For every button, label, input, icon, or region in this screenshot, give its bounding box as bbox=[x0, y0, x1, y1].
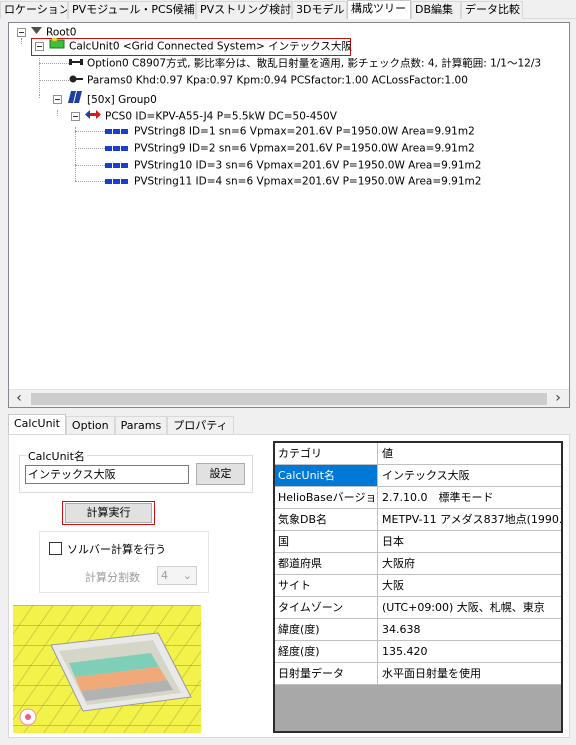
tree-line bbox=[75, 165, 107, 166]
property-value[interactable]: 135.420 bbox=[379, 641, 561, 662]
tab-location[interactable]: ロケーション bbox=[0, 1, 68, 19]
tab-pv-string[interactable]: PVストリング検討 bbox=[196, 1, 292, 19]
property-value[interactable]: 日本 bbox=[379, 531, 561, 552]
tab-properties[interactable]: プロパティ bbox=[167, 416, 234, 435]
tree-line bbox=[39, 63, 69, 64]
tab-3d-model[interactable]: 3Dモデル bbox=[292, 1, 347, 19]
pv-string-icon bbox=[105, 140, 129, 157]
solver-checkbox[interactable] bbox=[49, 542, 62, 555]
tree-line bbox=[39, 80, 69, 81]
tree-line bbox=[39, 95, 40, 98]
property-value[interactable]: 水平面日射量を使用 bbox=[379, 663, 561, 684]
config-tree-view[interactable]: Root0 CalcUnit0 <Grid Connected System> … bbox=[8, 22, 570, 408]
property-value[interactable]: (UTC+09:00) 大阪、札幌、東京 bbox=[379, 597, 561, 618]
tab-config-tree[interactable]: 構成ツリー bbox=[347, 0, 411, 19]
split-count-label: 計算分割数 bbox=[85, 571, 140, 584]
property-key: 経度(度) bbox=[275, 641, 378, 662]
tree-node-pvstring[interactable]: PVString8 ID=1 sn=6 Vpmax=201.6V P=1950.… bbox=[105, 123, 475, 140]
property-value[interactable]: METPV-11 アメダス837地点(1990... bbox=[379, 509, 561, 530]
property-key: 気象DB名 bbox=[275, 509, 378, 530]
chevron-down-icon: ⌄ bbox=[182, 569, 192, 582]
property-key: HelioBaseバージョ... bbox=[275, 487, 378, 508]
calc-unit-icon bbox=[49, 37, 65, 55]
column-header-value: 値 bbox=[382, 447, 393, 460]
split-count-select[interactable]: 4 ⌄ bbox=[157, 566, 197, 585]
expand-toggle[interactable] bbox=[35, 42, 44, 51]
property-value[interactable]: 34.638 bbox=[379, 619, 561, 640]
pv-string-icon bbox=[105, 123, 129, 140]
wrench-icon bbox=[69, 55, 83, 72]
chevron-right-icon[interactable]: › bbox=[551, 391, 565, 406]
property-key: 都道府県 bbox=[275, 553, 378, 574]
tree-node-pvstring[interactable]: PVString9 ID=2 sn=6 Vpmax=201.6V P=1950.… bbox=[105, 140, 475, 157]
main-tab-bar: ロケーション PVモジュール・PCS候補 PVストリング検討 3Dモデル 構成ツ… bbox=[0, 0, 576, 19]
pv-panel-group-icon bbox=[67, 91, 83, 109]
property-grid-header: カテゴリ 値 bbox=[275, 443, 561, 465]
pv-string-icon bbox=[105, 173, 129, 190]
tree-node-calcunit[interactable]: CalcUnit0 <Grid Connected System> インテックス… bbox=[49, 37, 352, 55]
horizontal-scrollbar[interactable]: ‹ › bbox=[9, 389, 569, 407]
calcunit-panel: CalcUnit名 インテックス大阪 設定 計算実行 ソルバー計算を行う 計算分… bbox=[8, 434, 570, 738]
solver-checkbox-label: ソルバー計算を行う bbox=[67, 543, 166, 556]
property-key: サイト bbox=[275, 575, 378, 596]
property-row[interactable]: 緯度(度) 34.638 bbox=[275, 619, 561, 641]
run-calculation-button[interactable]: 計算実行 bbox=[65, 503, 152, 523]
column-header-category: カテゴリ bbox=[275, 443, 378, 464]
pcs-icon bbox=[85, 108, 101, 125]
property-key: 日射量データ bbox=[275, 663, 378, 684]
property-row[interactable]: 気象DB名 METPV-11 アメダス837地点(1990... bbox=[275, 509, 561, 531]
tab-calcunit[interactable]: CalcUnit bbox=[8, 414, 66, 435]
property-row[interactable]: CalcUnit名 インテックス大阪 bbox=[275, 465, 561, 487]
calcunit-name-label: CalcUnit名 bbox=[26, 448, 87, 464]
tree-line bbox=[75, 181, 107, 182]
tab-data-compare[interactable]: データ比較 bbox=[461, 1, 523, 19]
tree-line bbox=[21, 38, 22, 44]
property-value[interactable]: 大阪府 bbox=[379, 553, 561, 574]
property-grid[interactable]: カテゴリ 値 CalcUnit名 インテックス大阪 HelioBaseバージョ.… bbox=[273, 441, 563, 733]
property-key: タイムゾーン bbox=[275, 597, 378, 618]
set-button[interactable]: 設定 bbox=[196, 463, 245, 485]
calcunit-name-input[interactable]: インテックス大阪 bbox=[25, 465, 189, 484]
property-row[interactable]: 都道府県 大阪府 bbox=[275, 553, 561, 575]
property-value[interactable]: インテックス大阪 bbox=[379, 465, 561, 486]
expand-toggle[interactable] bbox=[17, 28, 26, 37]
property-key: 緯度(度) bbox=[275, 619, 378, 640]
property-row[interactable]: 国 日本 bbox=[275, 531, 561, 553]
model-preview-image bbox=[13, 605, 201, 733]
property-key: 国 bbox=[275, 531, 378, 552]
property-key: CalcUnit名 bbox=[275, 465, 378, 486]
scrollbar-thumb[interactable] bbox=[31, 393, 547, 405]
detail-tab-bar: CalcUnit Option Params プロパティ bbox=[8, 414, 234, 435]
pv-string-icon bbox=[105, 157, 129, 174]
tree-node-pvstring[interactable]: PVString10 ID=3 sn=6 Vpmax=201.6V P=1950… bbox=[105, 157, 481, 174]
tree-node-option[interactable]: Option0 C8907方式, 影比率分は、散乱日射量を適用, 影チェック点数… bbox=[69, 55, 541, 72]
tree-node-params[interactable]: Params0 Khd:0.97 Kpa:0.97 Kpm:0.94 PCSfa… bbox=[69, 72, 468, 89]
tab-option[interactable]: Option bbox=[65, 416, 115, 435]
tree-line bbox=[75, 131, 107, 132]
tab-pv-module-pcs[interactable]: PVモジュール・PCS候補 bbox=[68, 1, 196, 19]
tab-params[interactable]: Params bbox=[114, 416, 168, 435]
property-row[interactable]: タイムゾーン (UTC+09:00) 大阪、札幌、東京 bbox=[275, 597, 561, 619]
tree-content: Root0 CalcUnit0 <Grid Connected System> … bbox=[9, 23, 569, 389]
tree-line bbox=[57, 110, 58, 116]
property-value[interactable]: 大阪 bbox=[379, 575, 561, 596]
chevron-left-icon[interactable]: ‹ bbox=[12, 391, 26, 406]
tree-node-group[interactable]: [50x] Group0 bbox=[67, 91, 157, 108]
tree-node-pvstring[interactable]: PVString11 ID=4 sn=6 Vpmax=201.6V P=1950… bbox=[105, 173, 481, 190]
property-row[interactable]: 日射量データ 水平面日射量を使用 bbox=[275, 663, 561, 685]
property-row[interactable]: サイト 大阪 bbox=[275, 575, 561, 597]
property-value[interactable]: 2.7.10.0 標準モード bbox=[379, 487, 561, 508]
expand-toggle[interactable] bbox=[71, 112, 80, 121]
property-row[interactable]: 経度(度) 135.420 bbox=[275, 641, 561, 663]
tab-db-edit[interactable]: DB編集 bbox=[411, 1, 461, 19]
key-icon bbox=[69, 72, 83, 89]
tree-line bbox=[75, 148, 107, 149]
property-row[interactable]: HelioBaseバージョ... 2.7.10.0 標準モード bbox=[275, 487, 561, 509]
tree-line bbox=[75, 127, 76, 181]
expand-toggle[interactable] bbox=[53, 95, 62, 104]
